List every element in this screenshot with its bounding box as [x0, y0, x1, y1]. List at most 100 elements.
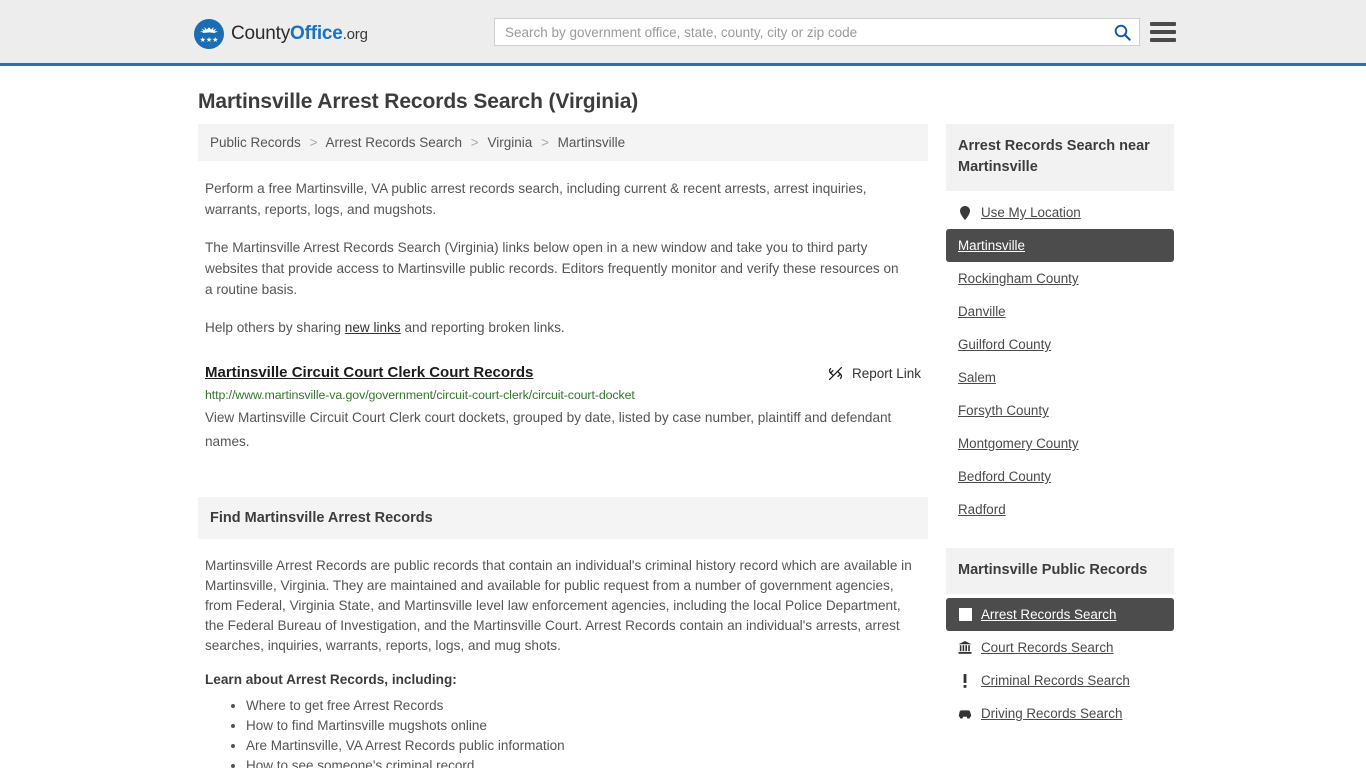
list-item: Court Records Search	[946, 631, 1174, 664]
sidebar-item-montgomery-county[interactable]: Montgomery County	[946, 427, 1174, 460]
sidebar-records-list: Arrest Records Search Court Records Sear…	[946, 598, 1174, 730]
sidebar-item-label: Driving Records Search	[981, 706, 1123, 721]
list-item: Bedford County	[946, 460, 1174, 493]
list-item: Rockingham County	[946, 262, 1174, 295]
list-item: Driving Records Search	[946, 697, 1174, 730]
list-item: Montgomery County	[946, 427, 1174, 460]
sidebar-item-arrest-records-search[interactable]: Arrest Records Search	[946, 598, 1174, 631]
sidebar-item-rockingham-county[interactable]: Rockingham County	[946, 262, 1174, 295]
find-records-heading: Find Martinsville Arrest Records	[198, 497, 928, 539]
page-container: Martinsville Arrest Records Search (Virg…	[0, 90, 1366, 768]
main-content: Public Records > Arrest Records Search >…	[198, 124, 928, 768]
exclamation-icon	[958, 673, 972, 688]
breadcrumb-item-virginia[interactable]: Virginia	[487, 135, 532, 150]
site-header: ★★★ CountyOffice.org	[0, 0, 1366, 66]
sidebar-records-heading: Martinsville Public Records	[946, 548, 1174, 594]
breadcrumb-item-public-records[interactable]: Public Records	[210, 135, 301, 150]
learn-about-list: Where to get free Arrest Records How to …	[198, 696, 928, 768]
intro-paragraph-1: Perform a free Martinsville, VA public a…	[205, 181, 867, 217]
list-item: Are Martinsville, VA Arrest Records publ…	[246, 736, 928, 756]
sidebar-item-court-records-search[interactable]: Court Records Search	[946, 631, 1174, 664]
sidebar-item-label: Forsyth County	[958, 403, 1049, 418]
sidebar-item-salem[interactable]: Salem	[946, 361, 1174, 394]
list-item: Guilford County	[946, 328, 1174, 361]
report-link-label: Report Link	[851, 366, 921, 381]
sidebar-item-radford[interactable]: Radford	[946, 493, 1174, 526]
hamburger-bar-1	[1150, 22, 1176, 26]
sidebar-item-martinsville[interactable]: Martinsville	[946, 229, 1174, 262]
broken-link-icon	[828, 366, 843, 381]
sidebar-item-criminal-records-search[interactable]: Criminal Records Search	[946, 664, 1174, 697]
content-columns: Public Records > Arrest Records Search >…	[198, 124, 1174, 768]
report-link-button[interactable]: Report Link	[827, 365, 921, 382]
fingerprint-card-icon	[958, 608, 972, 621]
learn-about-heading: Learn about Arrest Records, including:	[205, 672, 457, 687]
sidebar-item-label: Court Records Search	[981, 640, 1114, 655]
site-logo[interactable]: ★★★ CountyOffice.org	[194, 19, 368, 49]
sidebar-item-danville[interactable]: Danville	[946, 295, 1174, 328]
share-text-after: and reporting broken links.	[400, 320, 565, 335]
list-item: Salem	[946, 361, 1174, 394]
hamburger-bar-2	[1150, 30, 1176, 34]
hamburger-bar-3	[1150, 38, 1176, 42]
search-icon	[1114, 24, 1131, 41]
sidebar-item-label: Montgomery County	[958, 436, 1079, 451]
list-item: Danville	[946, 295, 1174, 328]
logo-part-county: County	[231, 23, 291, 44]
result-url: http://www.martinsville-va.gov/governmen…	[205, 388, 635, 402]
sidebar-item-use-my-location[interactable]: Use My Location	[946, 196, 1174, 229]
list-item: How to see someone's criminal record	[246, 756, 928, 768]
sidebar-near-heading: Arrest Records Search near Martinsville	[946, 124, 1174, 191]
sidebar-item-label: Salem	[958, 370, 996, 385]
list-item: Radford	[946, 493, 1174, 526]
eagle-wings-glyph	[200, 27, 218, 33]
share-text-before: Help others by sharing	[205, 320, 345, 335]
site-logo-text: CountyOffice.org	[231, 23, 368, 45]
sidebar-item-label: Guilford County	[958, 337, 1052, 352]
three-stars-glyph: ★★★	[199, 37, 219, 44]
sidebar-item-forsyth-county[interactable]: Forsyth County	[946, 394, 1174, 427]
breadcrumb-separator: >	[470, 135, 479, 150]
breadcrumb-item-arrest-records-search[interactable]: Arrest Records Search	[325, 135, 462, 150]
breadcrumb-separator: >	[541, 135, 549, 150]
sidebar-item-label: Danville	[958, 304, 1006, 319]
list-item: Martinsville	[946, 229, 1174, 262]
result-title-link[interactable]: Martinsville Circuit Court Clerk Court R…	[205, 364, 533, 381]
breadcrumb: Public Records > Arrest Records Search >…	[198, 124, 928, 161]
list-item: Arrest Records Search	[946, 598, 1174, 631]
list-item: Use My Location	[946, 196, 1174, 229]
search-bar[interactable]	[494, 18, 1140, 46]
search-button[interactable]	[1105, 19, 1139, 45]
logo-part-office: Office	[290, 23, 343, 44]
sidebar-item-label: Martinsville	[958, 238, 1025, 253]
search-result-item: Martinsville Circuit Court Clerk Court R…	[205, 364, 921, 454]
sidebar-item-label: Radford	[958, 502, 1006, 517]
logo-part-tld: .org	[342, 26, 368, 43]
breadcrumb-item-martinsville: Martinsville	[557, 135, 626, 150]
page-title: Martinsville Arrest Records Search (Virg…	[198, 90, 639, 113]
hamburger-menu-button[interactable]	[1150, 20, 1176, 44]
car-icon	[958, 708, 972, 719]
search-input[interactable]	[495, 19, 1105, 45]
sidebar-item-label: Arrest Records Search	[981, 607, 1117, 622]
sidebar-item-bedford-county[interactable]: Bedford County	[946, 460, 1174, 493]
find-records-body: Martinsville Arrest Records are public r…	[205, 558, 912, 653]
sidebar-item-label: Bedford County	[958, 469, 1052, 484]
intro-paragraph-3: Help others by sharing new links and rep…	[205, 317, 905, 338]
list-item: Where to get free Arrest Records	[246, 696, 928, 716]
courthouse-icon	[958, 641, 972, 654]
map-pin-icon	[958, 205, 972, 220]
result-description: View Martinsville Circuit Court Clerk co…	[205, 410, 892, 449]
sidebar: Arrest Records Search near Martinsville …	[946, 124, 1174, 730]
list-item: How to find Martinsville mugshots online	[246, 716, 928, 736]
sidebar-item-label: Criminal Records Search	[981, 673, 1130, 688]
sidebar-item-guilford-county[interactable]: Guilford County	[946, 328, 1174, 361]
list-item: Forsyth County	[946, 394, 1174, 427]
new-links-link[interactable]: new links	[345, 320, 401, 335]
breadcrumb-separator: >	[309, 135, 318, 150]
sidebar-item-label: Rockingham County	[958, 271, 1079, 286]
sidebar-item-label: Use My Location	[981, 205, 1081, 220]
sidebar-near-list: Use My Location Martinsville Rockingham …	[946, 196, 1174, 526]
sidebar-item-driving-records-search[interactable]: Driving Records Search	[946, 697, 1174, 730]
intro-paragraph-2: The Martinsville Arrest Records Search (…	[205, 240, 899, 297]
